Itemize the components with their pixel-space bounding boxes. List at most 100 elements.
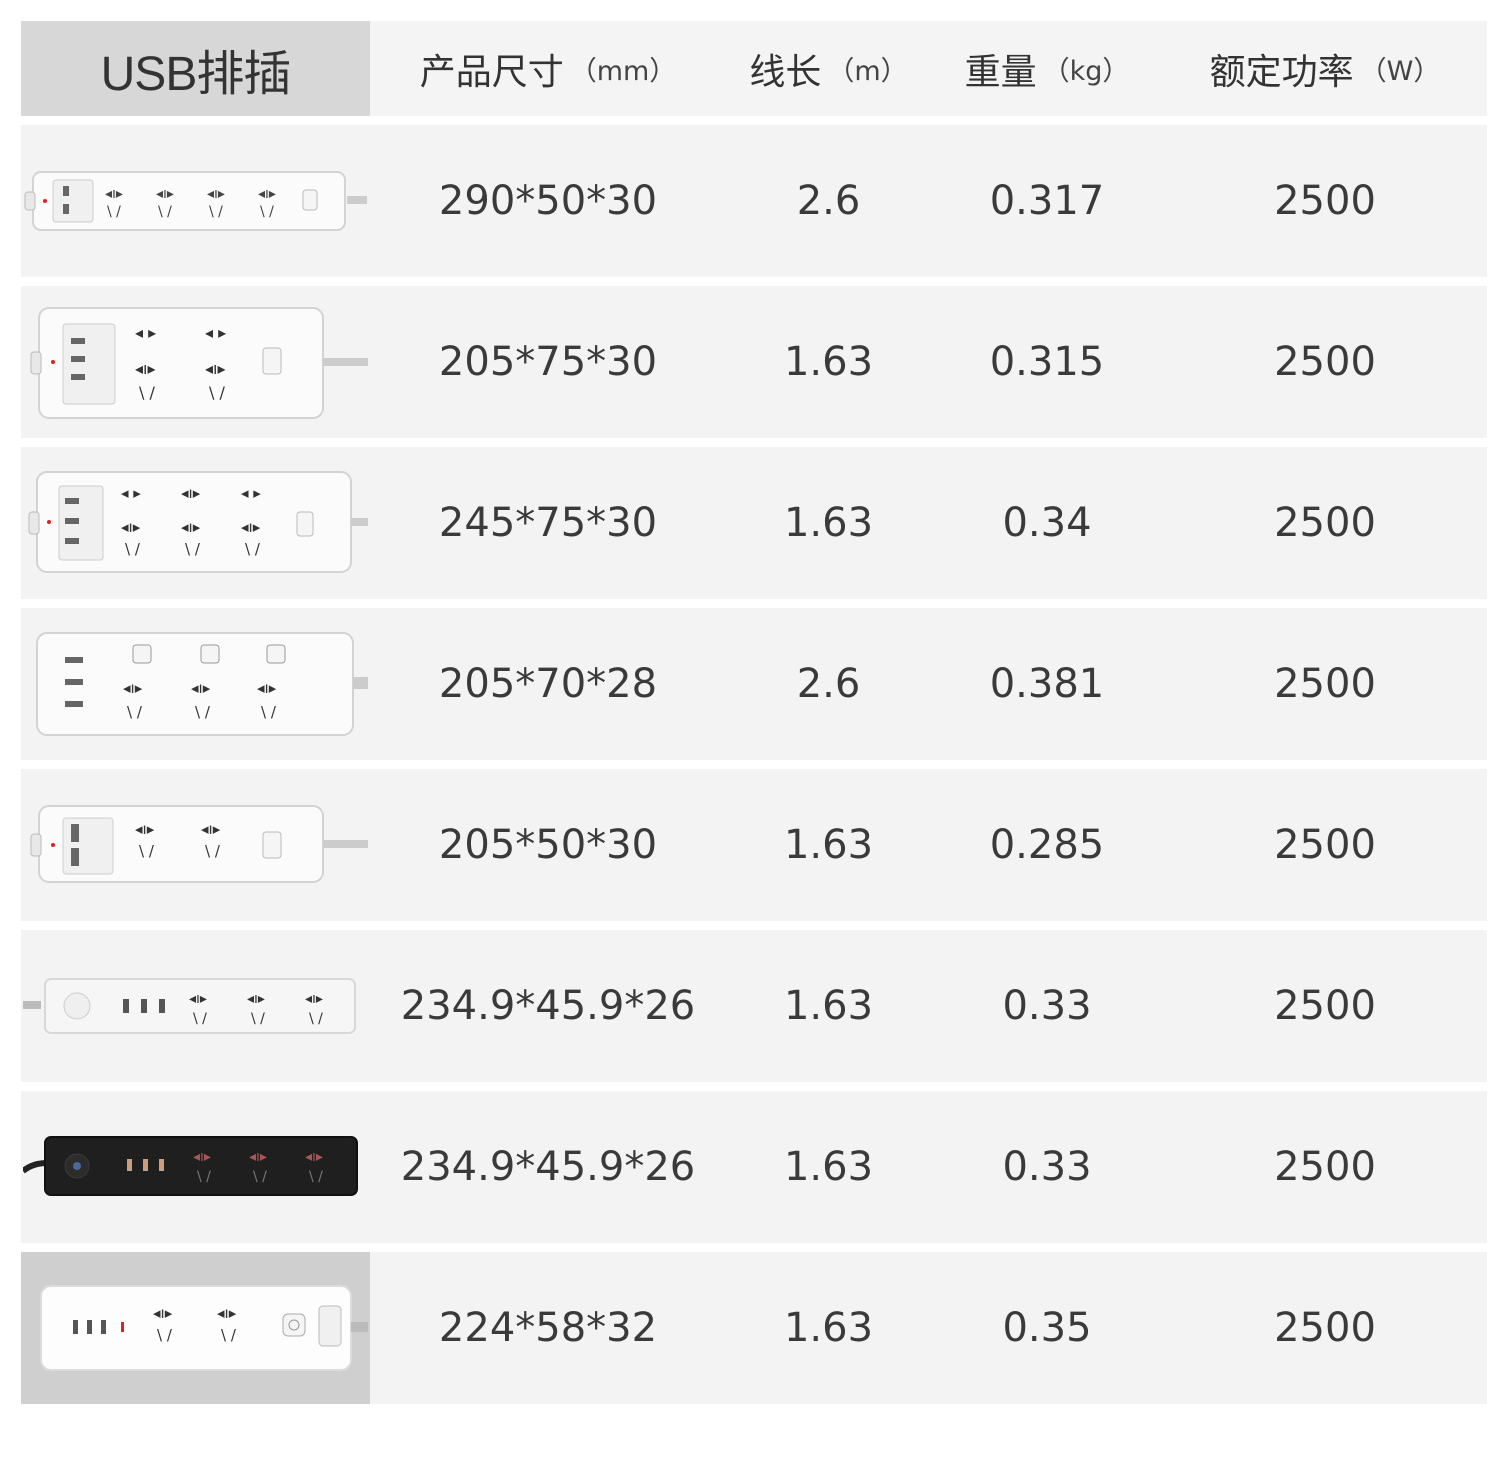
power-strip-image: ◂ı▸ ◂ı▸ ◂ı▸ \ / \ / \ / <box>21 608 370 760</box>
power-strip-image: ◂ı▸ ◂ı▸ \ / \ / <box>21 1252 370 1404</box>
size-value: 234.9*45.9*26 <box>400 1144 696 1190</box>
power-cell: 2500 <box>1163 1252 1487 1404</box>
size-cell: 205*75*30 <box>370 286 726 438</box>
svg-text:\ /: \ / <box>197 1169 211 1185</box>
svg-text:\ /: \ / <box>139 842 155 860</box>
power-value: 2500 <box>1274 1144 1376 1190</box>
length-value: 1.63 <box>783 822 874 868</box>
header-weight-unit: （kg） <box>1042 56 1130 87</box>
power-strip-slim-black-icon: ◂ı▸ ◂ı▸ ◂ı▸ \ / \ / \ / <box>23 1136 358 1196</box>
header-length-label: 线长 <box>749 51 822 93</box>
product-image-cell: ◂ı▸ ◂ı▸ ◂ı▸ \ / \ / \ / <box>21 608 370 760</box>
svg-text:\ /: \ / <box>251 1011 265 1027</box>
length-value: 1.63 <box>783 339 874 385</box>
header-weight-label: 重量 <box>964 51 1037 93</box>
size-cell: 205*50*30 <box>370 769 726 921</box>
weight-value: 0.33 <box>1002 983 1092 1029</box>
power-value: 2500 <box>1274 500 1376 546</box>
svg-text:◂ ▸: ◂ ▸ <box>241 484 261 502</box>
svg-text:\ /: \ / <box>127 703 143 721</box>
power-strip-2-outlet-icon: ◂ı▸ ◂ı▸ \ / \ / <box>30 805 368 883</box>
size-cell: 234.9*45.9*26 <box>370 1091 726 1243</box>
table-row: ◂ı▸ ◂ı▸ ◂ı▸ \ / \ / \ / 234.9*45.9*26 1.63 0… <box>21 1091 1487 1243</box>
svg-text:◂ı▸: ◂ı▸ <box>191 679 211 697</box>
svg-text:◂ı▸: ◂ı▸ <box>156 186 174 202</box>
power-value: 2500 <box>1274 822 1376 868</box>
svg-text:\ /: \ / <box>205 842 221 860</box>
size-value: 245*75*30 <box>438 500 658 546</box>
power-value: 2500 <box>1274 178 1376 224</box>
power-strip-image: ◂ı▸ ◂ı▸ ◂ı▸ \ / \ / \ / <box>21 1091 370 1243</box>
table-row: ◂ı▸ ◂ı▸ \ / \ / 205*50*30 1.63 0.285 2500 <box>21 769 1487 921</box>
weight-value: 0.315 <box>989 339 1105 385</box>
power-strip-image: ◂ ▸ ◂ı▸ ◂ ▸ ◂ı▸ ◂ı▸ ◂ı▸ \ / \ / \ / <box>21 447 370 599</box>
header-size-unit: （mm） <box>569 56 677 87</box>
size-cell: 290*50*30 <box>370 125 726 277</box>
product-image-cell: ◂ı▸ \ / ◂ı▸ \ / ◂ı▸ \ / ◂ı▸ \ / <box>21 125 370 277</box>
length-cell: 1.63 <box>726 769 931 921</box>
weight-value: 0.35 <box>1002 1305 1092 1351</box>
svg-text:◂ı▸: ◂ı▸ <box>135 359 156 378</box>
weight-cell: 0.33 <box>931 1091 1163 1243</box>
table-row: ◂ ▸ ◂ ▸ ◂ı▸ ◂ı▸ \ / \ / 205*75*30 1.63 0.31… <box>21 286 1487 438</box>
length-value: 2.6 <box>796 178 861 224</box>
svg-text:◂ı▸: ◂ı▸ <box>247 991 265 1007</box>
header-power-unit: （W） <box>1359 56 1441 87</box>
weight-cell: 0.33 <box>931 930 1163 1082</box>
power-value: 2500 <box>1274 1305 1376 1351</box>
svg-text:\ /: \ / <box>185 540 201 558</box>
power-strip-4-outlet-icon: ◂ı▸ \ / ◂ı▸ \ / ◂ı▸ \ / ◂ı▸ \ / <box>24 171 367 231</box>
svg-text:\ /: \ / <box>157 1326 173 1344</box>
svg-text:◂ ▸: ◂ ▸ <box>135 323 156 342</box>
svg-text:\ /: \ / <box>125 540 141 558</box>
svg-text:\ /: \ / <box>107 204 121 220</box>
product-image-cell: ◂ı▸ ◂ı▸ ◂ı▸ \ / \ / \ / <box>21 1091 370 1243</box>
svg-text:◂ı▸: ◂ı▸ <box>207 186 225 202</box>
svg-text:\ /: \ / <box>245 540 261 558</box>
length-cell: 2.6 <box>726 608 931 760</box>
category-title: USB排插 <box>100 47 292 101</box>
power-strip-image: ◂ı▸ ◂ı▸ ◂ı▸ \ / \ / \ / <box>21 930 370 1082</box>
svg-text:◂ı▸: ◂ı▸ <box>258 186 276 202</box>
length-cell: 1.63 <box>726 1252 931 1404</box>
svg-text:\ /: \ / <box>253 1169 267 1185</box>
size-cell: 245*75*30 <box>370 447 726 599</box>
size-value: 290*50*30 <box>438 178 658 224</box>
product-image-cell: ◂ı▸ ◂ı▸ \ / \ / <box>21 769 370 921</box>
header-power: 额定功率 （W） <box>1163 21 1487 116</box>
table-row: ◂ı▸ ◂ı▸ ◂ı▸ \ / \ / \ / 234.9*45.9*26 1.63 0… <box>21 930 1487 1082</box>
weight-value: 0.381 <box>989 661 1105 707</box>
power-cell: 2500 <box>1163 769 1487 921</box>
svg-text:◂ ▸: ◂ ▸ <box>205 323 226 342</box>
svg-text:\ /: \ / <box>309 1169 323 1185</box>
svg-text:◂ı▸: ◂ı▸ <box>249 1149 267 1165</box>
svg-text:◂ı▸: ◂ı▸ <box>217 1304 237 1322</box>
length-value: 1.63 <box>783 1305 874 1351</box>
svg-text:\ /: \ / <box>158 204 172 220</box>
header-weight: 重量 （kg） <box>931 21 1163 116</box>
table-row: ◂ı▸ \ / ◂ı▸ \ / ◂ı▸ \ / ◂ı▸ \ / 290*50*30 2.… <box>21 125 1487 277</box>
length-value: 1.63 <box>783 500 874 546</box>
svg-text:◂ı▸: ◂ı▸ <box>153 1304 173 1322</box>
power-strip-2-outlet-3usb-icon: ◂ı▸ ◂ı▸ \ / \ / <box>40 1285 368 1371</box>
power-strip-4-outlet-3usb-icon: ◂ ▸ ◂ ▸ ◂ı▸ ◂ı▸ \ / \ / <box>30 307 368 419</box>
table-row: ◂ı▸ ◂ı▸ ◂ı▸ \ / \ / \ / 205*70*28 2.6 0.381 … <box>21 608 1487 760</box>
size-value: 224*58*32 <box>438 1305 658 1351</box>
length-value: 1.63 <box>783 983 874 1029</box>
svg-text:◂ı▸: ◂ı▸ <box>105 186 123 202</box>
svg-text:◂ı▸: ◂ı▸ <box>181 484 201 502</box>
size-value: 234.9*45.9*26 <box>400 983 696 1029</box>
size-cell: 224*58*32 <box>370 1252 726 1404</box>
header-size: 产品尺寸 （mm） <box>370 21 726 116</box>
product-image-cell: ◂ı▸ ◂ı▸ \ / \ / <box>21 1252 370 1404</box>
weight-cell: 0.285 <box>931 769 1163 921</box>
weight-cell: 0.317 <box>931 125 1163 277</box>
weight-value: 0.285 <box>989 822 1105 868</box>
power-strip-image: ◂ı▸ \ / ◂ı▸ \ / ◂ı▸ \ / ◂ı▸ \ / <box>21 125 370 277</box>
svg-text:◂ı▸: ◂ı▸ <box>241 518 261 536</box>
weight-value: 0.33 <box>1002 1144 1092 1190</box>
table-row: ◂ı▸ ◂ı▸ \ / \ / 224*58*32 1.63 0.35 2500 <box>21 1252 1487 1404</box>
table-row: ◂ ▸ ◂ı▸ ◂ ▸ ◂ı▸ ◂ı▸ ◂ı▸ \ / \ / \ / 245*75*30 … <box>21 447 1487 599</box>
power-strip-image: ◂ı▸ ◂ı▸ \ / \ / <box>21 769 370 921</box>
power-cell: 2500 <box>1163 286 1487 438</box>
